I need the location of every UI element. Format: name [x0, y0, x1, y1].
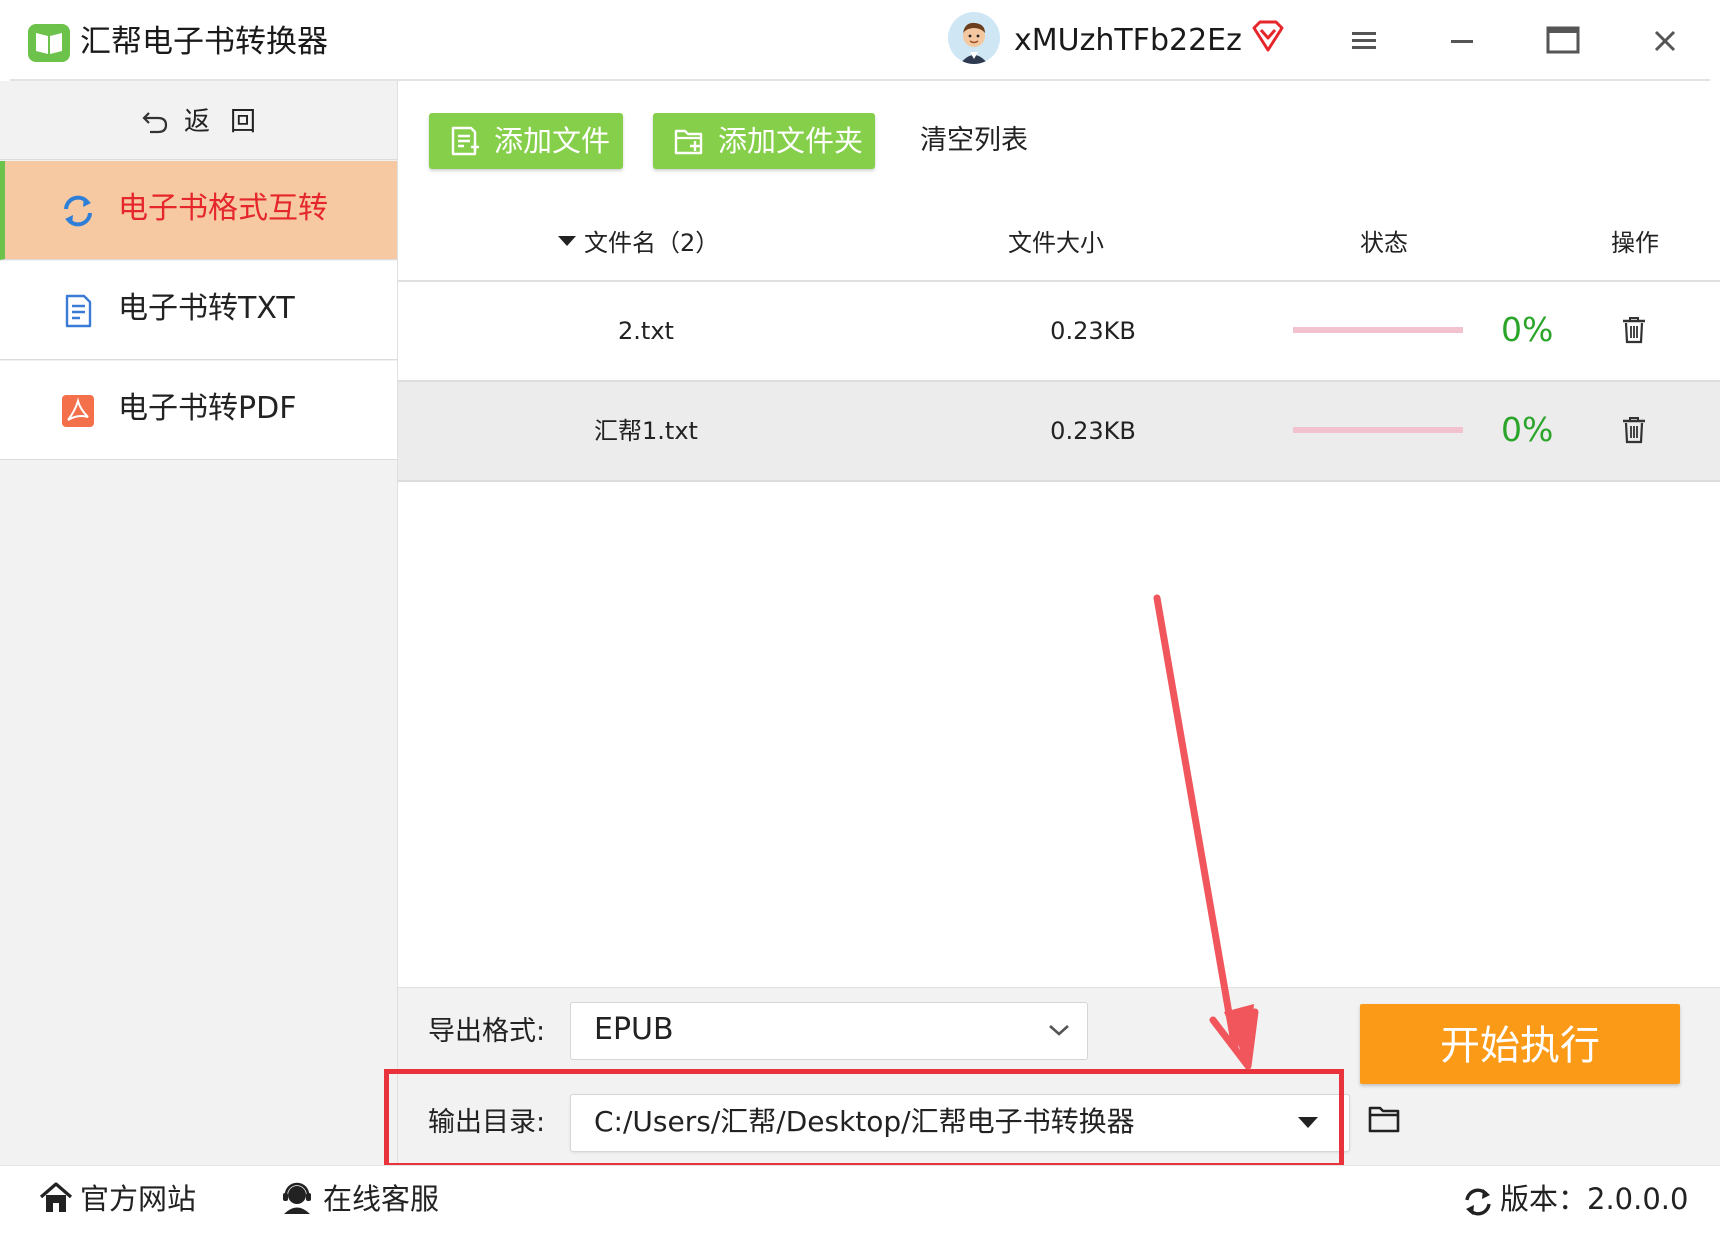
- add-folder-label: 添加文件夹: [718, 124, 864, 158]
- back-label[interactable]: 返回: [184, 104, 276, 140]
- file-table-header: 文件名（2） 文件大小 状态 操作: [398, 210, 1720, 282]
- username[interactable]: xMUzhTFb22Ez: [1014, 22, 1242, 60]
- file-size: 0.23KB: [1050, 317, 1136, 345]
- progress-percent: 0%: [1501, 310, 1554, 349]
- add-folder-button[interactable]: 添加文件夹: [653, 113, 875, 169]
- column-header-status: 状态: [1360, 229, 1408, 257]
- file-list-empty-area[interactable]: [398, 482, 1720, 987]
- sidebar-item-format-convert[interactable]: 电子书格式互转: [0, 161, 397, 260]
- format-label: 导出格式:: [428, 1016, 546, 1047]
- sidebar-item-label: 电子书格式互转: [118, 191, 328, 226]
- column-header-size: 文件大小: [1008, 229, 1104, 257]
- column-header-action: 操作: [1611, 229, 1659, 257]
- file-name: 2.txt: [618, 317, 674, 345]
- file-name: 汇帮1.txt: [594, 417, 698, 445]
- document-icon: [60, 293, 96, 329]
- trash-icon[interactable]: [1620, 315, 1648, 345]
- back-arrow-icon[interactable]: [140, 107, 170, 137]
- progress-bar: [1293, 427, 1463, 433]
- table-row[interactable]: 汇帮1.txt 0.23KB 0%: [398, 382, 1720, 482]
- column-header-name-label: 文件名（2）: [584, 229, 720, 257]
- app-title: 汇帮电子书转换器: [80, 24, 328, 60]
- add-file-icon: [449, 125, 481, 157]
- trash-icon[interactable]: [1620, 415, 1648, 445]
- refresh-icon[interactable]: [1462, 1186, 1494, 1218]
- minimize-icon[interactable]: [1447, 26, 1477, 56]
- table-row[interactable]: 2.txt 0.23KB 0%: [398, 282, 1720, 382]
- progress-percent: 0%: [1501, 410, 1554, 449]
- headset-support-icon[interactable]: [280, 1181, 314, 1215]
- chevron-down-icon[interactable]: [1046, 1020, 1072, 1040]
- sidebar-item-to-txt[interactable]: 电子书转TXT: [0, 261, 397, 360]
- format-select-value[interactable]: EPUB: [594, 1010, 674, 1050]
- column-header-name[interactable]: 文件名（2）: [558, 226, 719, 260]
- pdf-icon: [60, 393, 96, 429]
- sidebar-item-label: 电子书转PDF: [118, 391, 297, 426]
- home-icon[interactable]: [38, 1181, 74, 1215]
- book-logo-icon: [28, 24, 70, 62]
- progress-bar: [1293, 327, 1463, 333]
- open-folder-icon[interactable]: [1368, 1103, 1402, 1135]
- sort-caret-icon: [558, 236, 576, 246]
- start-button[interactable]: 开始执行: [1360, 1004, 1680, 1084]
- annotation-highlight-box: [384, 1069, 1344, 1168]
- add-folder-icon: [673, 125, 705, 157]
- clear-list-button[interactable]: 清空列表: [920, 122, 1028, 160]
- refresh-arrows-icon: [60, 193, 96, 229]
- start-button-label: 开始执行: [1440, 1023, 1600, 1069]
- vip-diamond-icon[interactable]: [1250, 18, 1286, 54]
- file-size: 0.23KB: [1050, 417, 1136, 445]
- avatar[interactable]: [948, 12, 1000, 64]
- add-file-label: 添加文件: [494, 124, 611, 158]
- official-website-link[interactable]: 官方网站: [80, 1180, 196, 1218]
- sidebar-item-to-pdf[interactable]: 电子书转PDF: [0, 361, 397, 460]
- close-icon[interactable]: [1648, 24, 1682, 58]
- online-support-link[interactable]: 在线客服: [323, 1180, 439, 1218]
- version-label: 版本：2.0.0.0: [1500, 1182, 1689, 1216]
- maximize-icon[interactable]: [1545, 24, 1581, 56]
- sidebar-item-label: 电子书转TXT: [118, 291, 295, 326]
- add-file-button[interactable]: 添加文件: [429, 113, 623, 169]
- hamburger-menu-icon[interactable]: [1348, 26, 1380, 56]
